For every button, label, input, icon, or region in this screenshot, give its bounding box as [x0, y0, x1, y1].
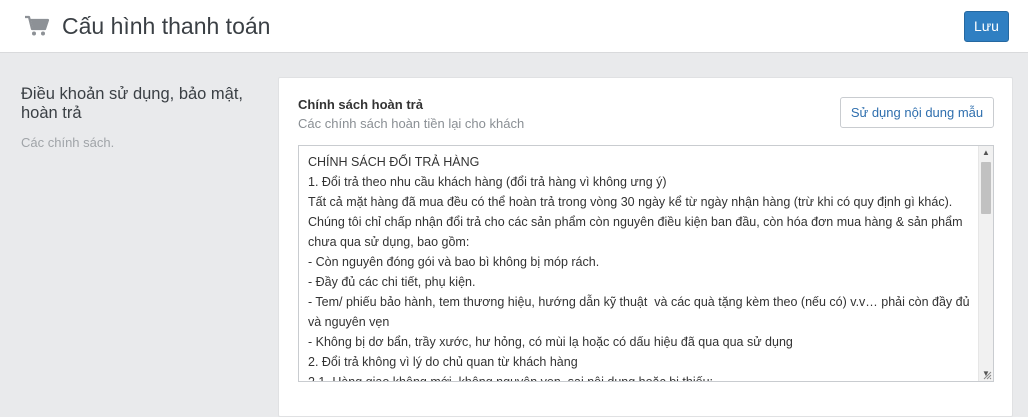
section-description: Các chính sách. — [21, 135, 115, 150]
field-help-text: Các chính sách hoàn tiền lại cho khách — [298, 116, 525, 131]
section-info: Điều khoản sử dụng, bảo mật, hoàn trả Cá… — [21, 85, 251, 150]
use-template-button[interactable]: Sử dụng nội dung mẫu — [840, 97, 994, 128]
section-title: Điều khoản sử dụng, bảo mật, hoàn trả — [21, 85, 244, 122]
scroll-up-icon[interactable]: ▲ — [979, 146, 993, 160]
settings-card: Chính sách hoàn trả Các chính sách hoàn … — [278, 77, 1013, 417]
refund-policy-textarea[interactable]: CHÍNH SÁCH ĐỔI TRẢ HÀNG 1. Đổi trả theo … — [298, 145, 994, 382]
page-title: Cấu hình thanh toán — [62, 13, 271, 39]
resize-grip-icon[interactable] — [982, 370, 992, 380]
field-label: Chính sách hoàn trả — [298, 97, 423, 112]
page-header: Cấu hình thanh toán Lưu — [0, 0, 1028, 53]
cart-icon — [25, 15, 50, 36]
save-button[interactable]: Lưu — [964, 11, 1009, 42]
scrollbar[interactable]: ▲ ▼ — [978, 146, 993, 381]
textarea-content[interactable]: CHÍNH SÁCH ĐỔI TRẢ HÀNG 1. Đổi trả theo … — [308, 152, 974, 381]
scroll-thumb[interactable] — [981, 162, 991, 214]
